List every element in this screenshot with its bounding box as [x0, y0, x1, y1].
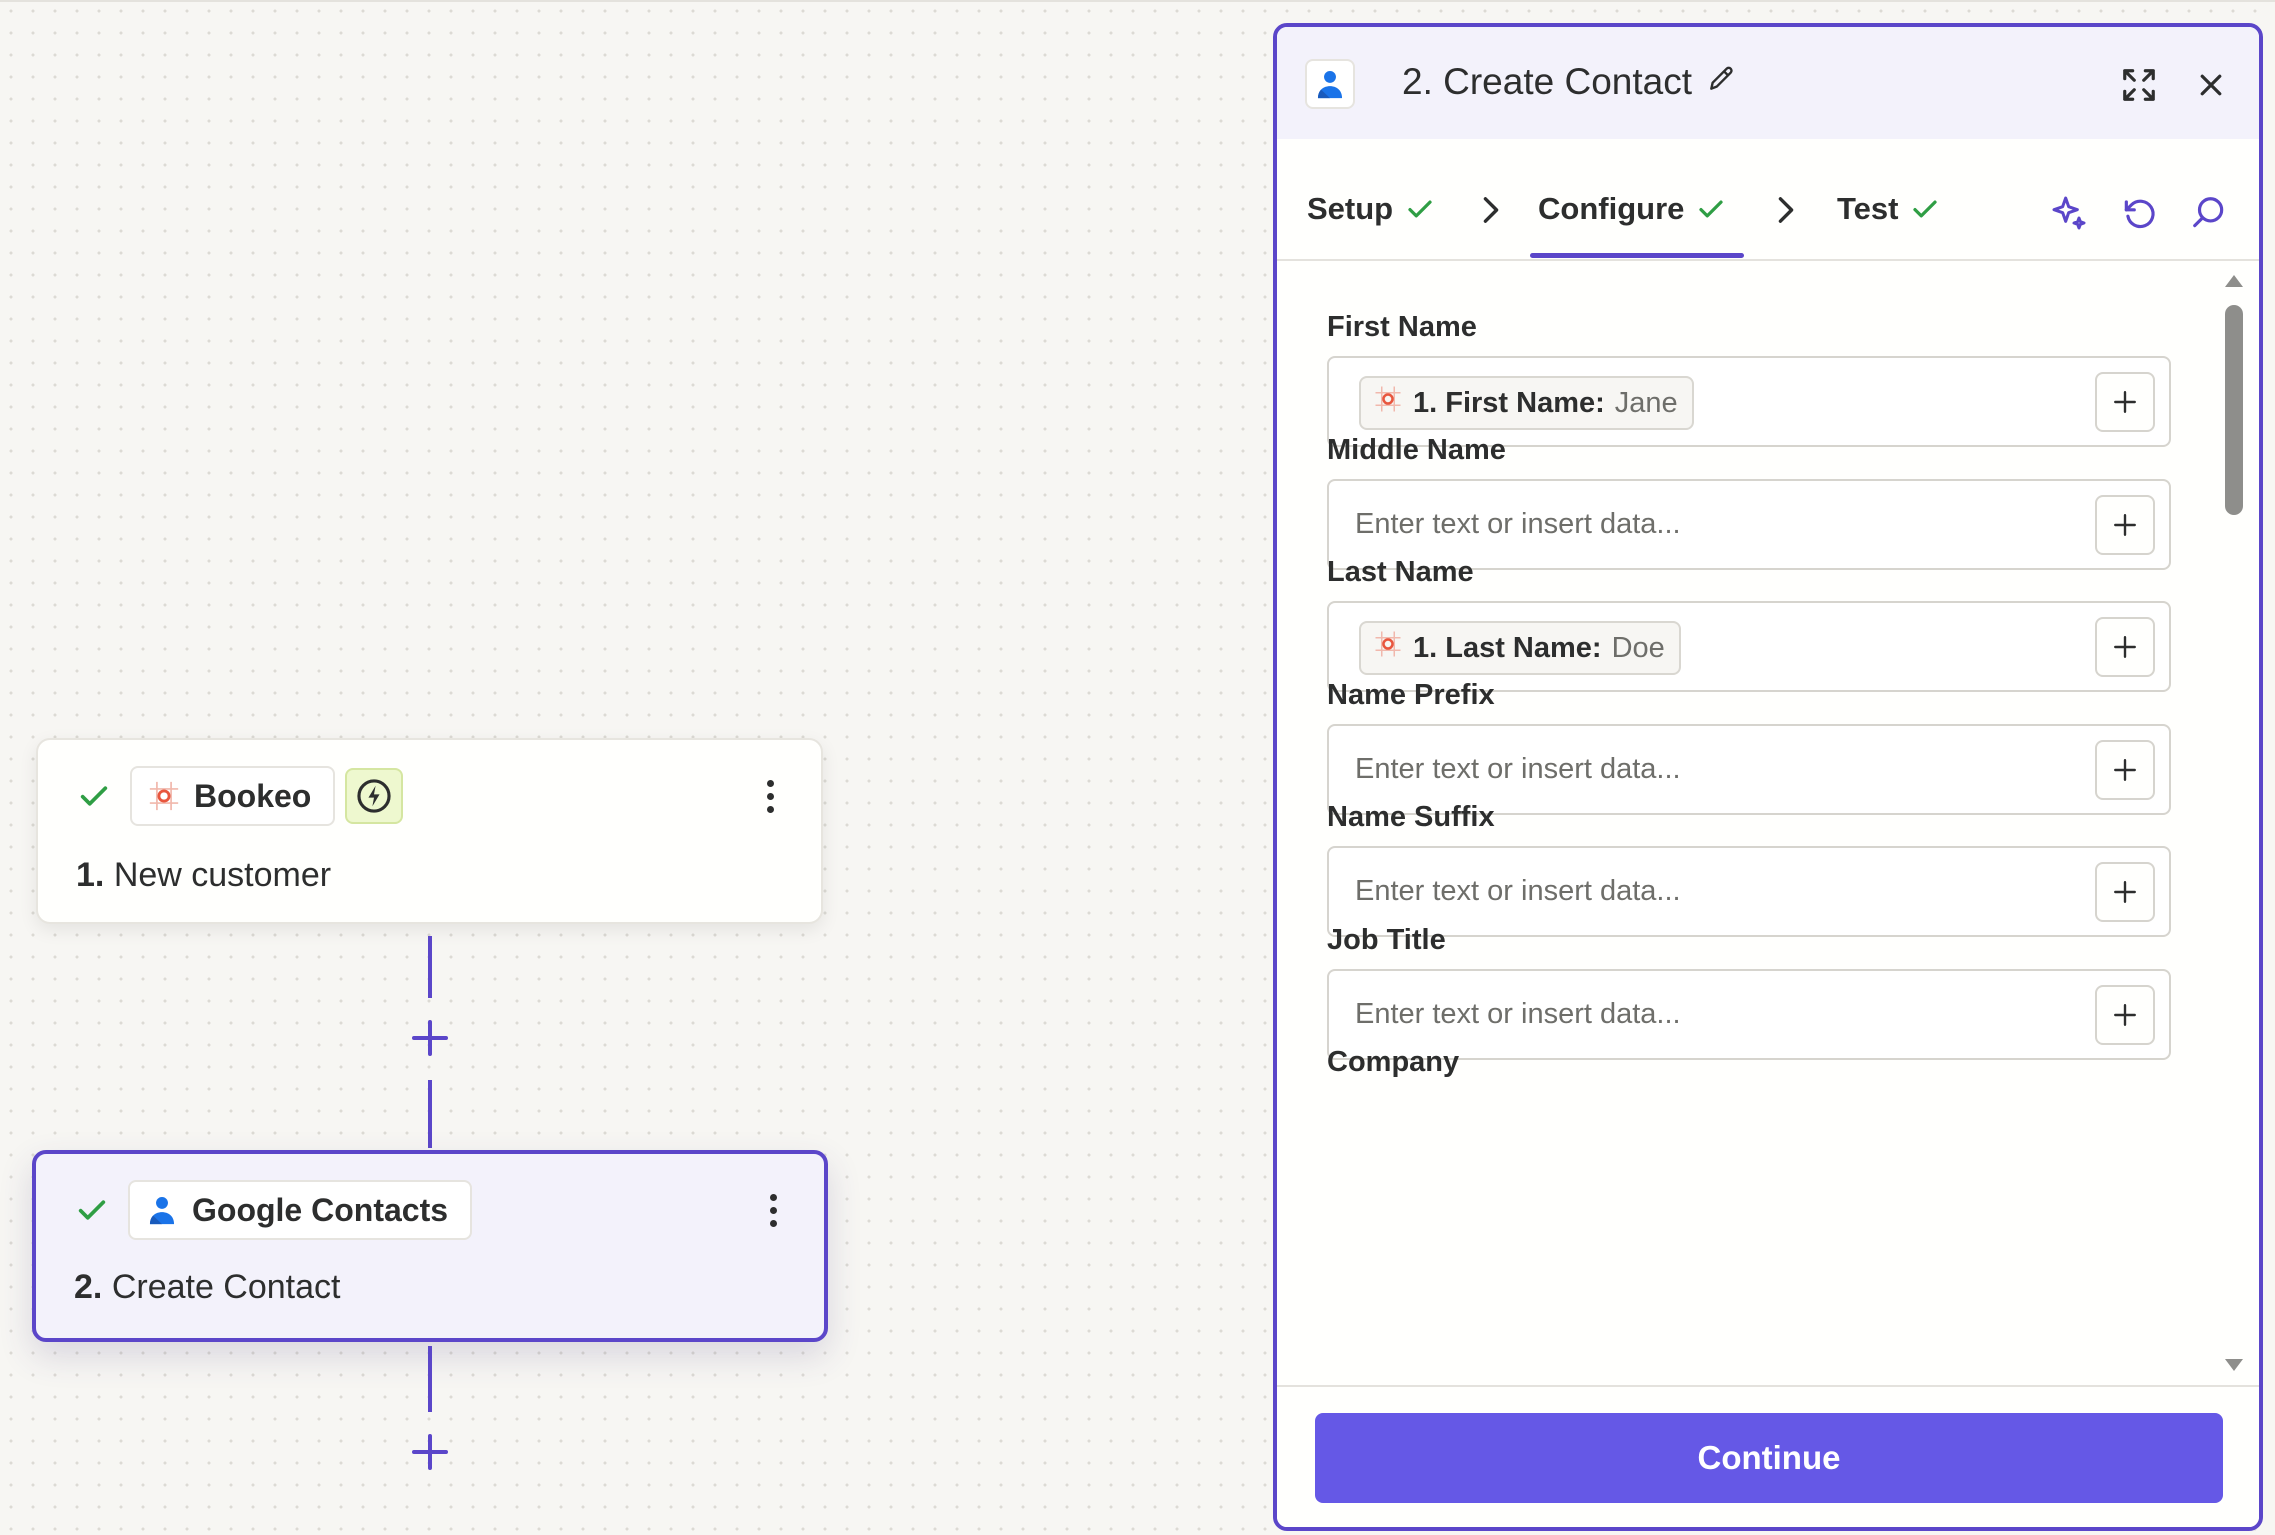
check-icon — [74, 776, 114, 816]
google-contacts-app-icon — [144, 1192, 180, 1228]
tab-label: Test — [1837, 191, 1899, 226]
pill-key: 1. Last Name: — [1413, 631, 1602, 664]
step-title-text: Create Contact — [111, 1268, 341, 1306]
google-contacts-app-icon — [1305, 59, 1355, 109]
scrollbar-thumb[interactable] — [2225, 305, 2243, 515]
field-label-last-name: Last Name — [1327, 556, 1474, 588]
app-chip-bookeo[interactable]: Bookeo — [130, 766, 336, 826]
insert-data-plus-icon[interactable] — [2095, 495, 2155, 555]
insert-data-plus-icon[interactable] — [2095, 617, 2155, 677]
connector-line — [428, 1080, 432, 1148]
name-suffix-field[interactable]: Enter text or insert data... — [1327, 846, 2171, 937]
mapped-data-pill[interactable]: 1. First Name: Jane — [1359, 376, 1694, 430]
app-name: Bookeo — [194, 777, 312, 814]
check-icon — [1699, 200, 1723, 218]
pencil-icon[interactable] — [1706, 61, 1738, 103]
field-label-job-title: Job Title — [1327, 924, 1446, 956]
panel-header: 2. Create Contact — [1277, 27, 2259, 139]
step-node-google-contacts[interactable]: Google Contacts 2. Create Contact — [32, 1150, 828, 1342]
step-node-bookeo[interactable]: Bookeo 1. New customer — [36, 738, 823, 924]
add-step-plus-icon[interactable] — [410, 1432, 450, 1472]
tab-label: Setup — [1307, 191, 1394, 226]
tab-setup[interactable]: Setup — [1307, 191, 1435, 227]
top-divider — [0, 0, 2275, 2]
step-node-header: Bookeo — [74, 766, 791, 826]
sparkle-icon[interactable] — [2047, 191, 2091, 235]
scroll-up-arrow-icon[interactable] — [2223, 273, 2245, 289]
check-icon — [1913, 200, 1938, 218]
undo-icon[interactable] — [2117, 191, 2161, 235]
bookeo-app-icon — [146, 778, 182, 814]
connector-line — [428, 1346, 432, 1412]
chevron-right-icon — [1483, 197, 1499, 223]
field-placeholder: Enter text or insert data... — [1355, 753, 1681, 785]
field-label-name-suffix: Name Suffix — [1327, 801, 1495, 833]
field-label-name-prefix: Name Prefix — [1327, 679, 1495, 711]
check-icon — [1408, 200, 1432, 218]
step-node-header: Google Contacts — [72, 1180, 794, 1240]
step-title: 1. New customer — [76, 856, 331, 895]
field-label-company: Company — [1327, 1046, 1460, 1078]
panel-title-text: 2. Create Contact — [1402, 61, 1692, 102]
kebab-icon[interactable] — [755, 766, 785, 826]
field-label-middle-name: Middle Name — [1327, 434, 1506, 466]
insert-data-plus-icon[interactable] — [2095, 372, 2155, 432]
insert-data-plus-icon[interactable] — [2095, 740, 2155, 800]
kebab-icon[interactable] — [758, 1180, 788, 1240]
pill-value: Doe — [1611, 631, 1665, 664]
panel-title: 2. Create Contact — [1402, 61, 1738, 103]
active-tab-indicator — [1530, 253, 1744, 258]
app-chip-google-contacts[interactable]: Google Contacts — [128, 1180, 473, 1240]
field-placeholder: Enter text or insert data... — [1355, 508, 1681, 540]
field-label-first-name: First Name — [1327, 311, 1477, 343]
tab-test[interactable]: Test — [1837, 191, 1940, 227]
insert-data-plus-icon[interactable] — [2095, 985, 2155, 1045]
step-title-text: New customer — [113, 856, 332, 894]
panel-footer: Continue — [1277, 1385, 2259, 1527]
mapped-data-pill[interactable]: 1. Last Name: Doe — [1359, 621, 1681, 675]
search-icon[interactable] — [2187, 191, 2231, 235]
field-placeholder: Enter text or insert data... — [1355, 875, 1681, 907]
configure-form: First Name 1. First Name: Jane Middle Na… — [1277, 261, 2259, 1385]
bookeo-app-icon — [1373, 384, 1403, 422]
check-icon — [72, 1190, 112, 1230]
tab-label: Configure — [1538, 191, 1685, 226]
scroll-down-arrow-icon[interactable] — [2223, 1357, 2245, 1373]
bookeo-app-icon — [1373, 629, 1403, 667]
step-title: 2. Create Contact — [74, 1268, 340, 1307]
step-editor-panel: 2. Create Contact Setup Configure Test F… — [1273, 23, 2263, 1531]
pill-key: 1. First Name: — [1413, 386, 1605, 419]
tab-configure[interactable]: Configure — [1538, 191, 1726, 227]
insert-data-plus-icon[interactable] — [2095, 862, 2155, 922]
continue-button[interactable]: Continue — [1315, 1413, 2223, 1503]
add-step-plus-icon[interactable] — [410, 1018, 450, 1058]
app-name: Google Contacts — [192, 1191, 449, 1228]
field-placeholder: Enter text or insert data... — [1355, 998, 1681, 1030]
step-number: 2. — [74, 1268, 103, 1306]
step-number: 1. — [76, 856, 105, 894]
close-icon[interactable] — [2189, 63, 2233, 107]
bolt-icon — [345, 768, 404, 824]
chevron-right-icon — [1778, 197, 1794, 223]
step-tabs: Setup Configure Test — [1277, 139, 2259, 261]
scrollbar[interactable] — [2225, 261, 2253, 1385]
expand-icon[interactable] — [2117, 63, 2161, 107]
pill-value: Jane — [1614, 386, 1678, 419]
connector-line — [428, 936, 432, 998]
